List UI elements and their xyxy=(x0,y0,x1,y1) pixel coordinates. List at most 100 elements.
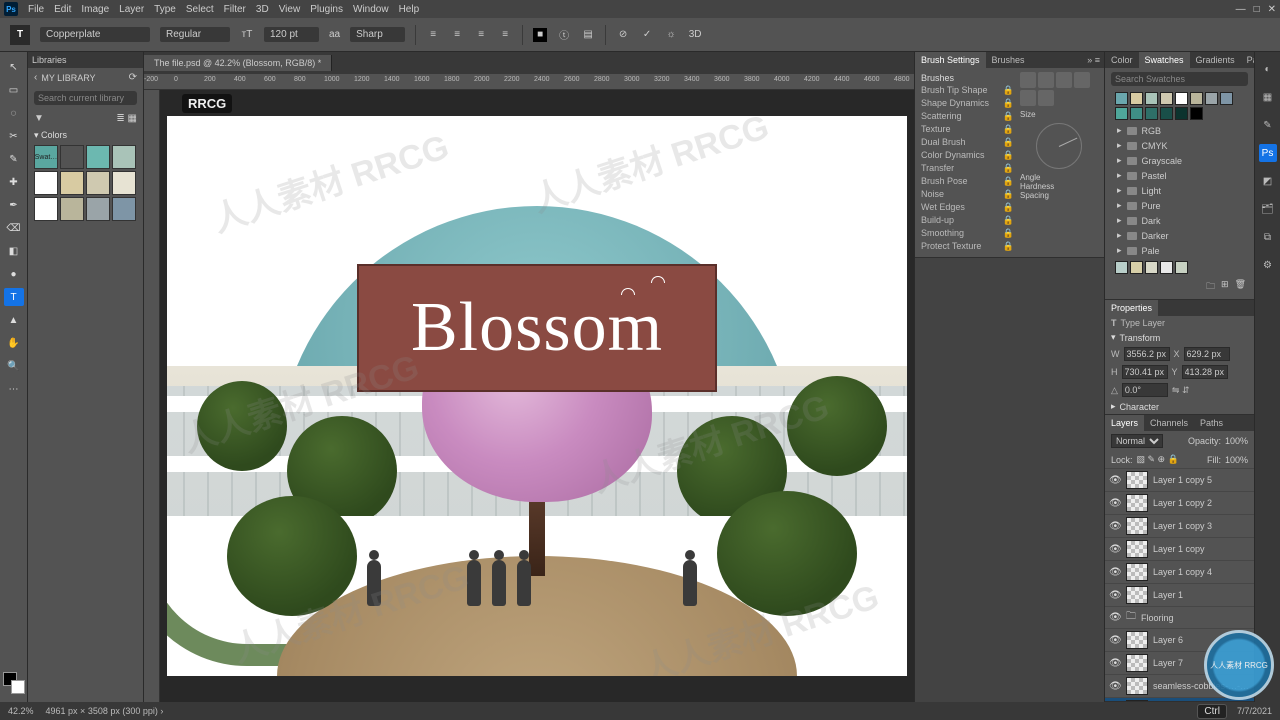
swatch[interactable] xyxy=(1160,107,1173,120)
healing-tool-icon[interactable]: ✚ xyxy=(4,173,24,191)
brush-option[interactable]: Brush Pose🔒 xyxy=(921,175,1014,188)
brush-settings-tab[interactable]: Brush Settings xyxy=(915,52,986,68)
ruler-vertical[interactable] xyxy=(144,90,160,702)
layers-icon[interactable]: ⧉ xyxy=(1259,228,1277,246)
visibility-icon[interactable]: 👁 xyxy=(1109,475,1121,486)
layer-row[interactable]: 👁Layer 1 copy 4 xyxy=(1105,560,1254,583)
swatch-folder[interactable]: ▸Darker xyxy=(1111,228,1248,243)
menu-plugins[interactable]: Plugins xyxy=(310,4,343,15)
swatch[interactable] xyxy=(1115,107,1128,120)
swatch-folder[interactable]: ▸Pure xyxy=(1111,198,1248,213)
layers-tab[interactable]: Layers xyxy=(1105,415,1144,431)
visibility-icon[interactable]: 👁 xyxy=(1109,498,1121,509)
document-tab[interactable]: The file.psd @ 42.2% (Blossom, RGB/8) * xyxy=(144,55,332,71)
delete-swatch-icon[interactable]: 🗑 xyxy=(1235,279,1246,295)
eraser-tool-icon[interactable]: ⌫ xyxy=(4,219,24,237)
layer-name[interactable]: Layer 1 copy xyxy=(1153,544,1250,554)
brush-option[interactable]: Dual Brush🔒 xyxy=(921,136,1014,149)
visibility-icon[interactable]: 👁 xyxy=(1109,681,1121,692)
visibility-icon[interactable]: 👁 xyxy=(1109,612,1121,623)
brush-option[interactable]: Transfer🔒 xyxy=(921,162,1014,175)
library-swatch[interactable] xyxy=(112,171,136,195)
visibility-icon[interactable]: 👁 xyxy=(1109,590,1121,601)
layer-name[interactable]: Layer 1 copy 4 xyxy=(1153,567,1250,577)
swatch-folder[interactable]: ▸Dark xyxy=(1111,213,1248,228)
font-family-select[interactable]: Copperplate xyxy=(40,27,150,42)
brush-preset-thumb[interactable] xyxy=(1056,72,1072,88)
library-swatch[interactable] xyxy=(86,197,110,221)
hand-tool-icon[interactable]: ✋ xyxy=(4,334,24,352)
swatch-folder[interactable]: ▸Pastel xyxy=(1111,168,1248,183)
swatch-folder[interactable]: ▸Light xyxy=(1111,183,1248,198)
align-justify-icon[interactable]: ≡ xyxy=(498,28,512,42)
library-swatch[interactable] xyxy=(34,197,58,221)
crop-tool-icon[interactable]: ✂ xyxy=(4,127,24,145)
library-sync-icon[interactable]: ⟳ xyxy=(129,72,137,83)
brush-option[interactable]: Scattering🔒 xyxy=(921,110,1014,123)
swatch[interactable] xyxy=(1160,92,1173,105)
swatch[interactable] xyxy=(1115,261,1128,274)
menu-3d[interactable]: 3D xyxy=(256,4,269,15)
swatch[interactable] xyxy=(1130,261,1143,274)
visibility-icon[interactable]: 👁 xyxy=(1109,544,1121,555)
swatch-folder[interactable]: ▸Grayscale xyxy=(1111,153,1248,168)
align-left-icon[interactable]: ≡ xyxy=(426,28,440,42)
library-swatch[interactable] xyxy=(34,171,58,195)
layer-row[interactable]: 👁🗀Flooring xyxy=(1105,606,1254,628)
layer-thumb[interactable] xyxy=(1126,631,1148,649)
libraries-back-icon[interactable]: ‹ xyxy=(34,72,37,83)
antialias-select[interactable]: Sharp xyxy=(350,27,405,42)
brush-option[interactable]: Protect Texture🔒 xyxy=(921,240,1014,253)
menu-layer[interactable]: Layer xyxy=(119,4,144,15)
brushes-tab[interactable]: Brushes xyxy=(986,52,1031,68)
library-swatch[interactable] xyxy=(86,171,110,195)
brush-preset-thumb[interactable] xyxy=(1038,90,1054,106)
new-group-icon[interactable]: 🗀 xyxy=(1206,279,1215,295)
menu-window[interactable]: Window xyxy=(353,4,389,15)
layer-thumb[interactable]: T xyxy=(1126,700,1148,702)
swatches-icon[interactable]: ▦ xyxy=(1259,88,1277,106)
layer-thumb[interactable] xyxy=(1126,517,1148,535)
layer-thumb[interactable] xyxy=(1126,586,1148,604)
brush-option[interactable]: Brush Tip Shape🔒 xyxy=(921,84,1014,97)
layer-row[interactable]: 👁 Layer 1 copy 5 xyxy=(1105,468,1254,491)
dodge-tool-icon[interactable]: ● xyxy=(4,265,24,283)
history-icon[interactable]: ◐ xyxy=(1259,60,1277,78)
lock-icons[interactable]: ▧ ✎ ⊕ 🔒 xyxy=(1137,454,1179,465)
gradient-tool-icon[interactable]: ◧ xyxy=(4,242,24,260)
brush-option[interactable]: Shape Dynamics🔒 xyxy=(921,97,1014,110)
canvas[interactable]: RRCG xyxy=(160,90,914,702)
layer-thumb[interactable] xyxy=(1126,677,1148,695)
visibility-icon[interactable]: 👁 xyxy=(1109,635,1121,646)
swatch[interactable] xyxy=(1145,261,1158,274)
align-right-icon[interactable]: ≡ xyxy=(474,28,488,42)
layer-thumb[interactable] xyxy=(1126,540,1148,558)
layer-name[interactable]: Layer 1 xyxy=(1153,590,1250,600)
layer-row[interactable]: 👁Layer 1 copy 2 xyxy=(1105,491,1254,514)
layer-thumb[interactable] xyxy=(1126,471,1148,489)
layer-thumb[interactable] xyxy=(1126,494,1148,512)
menu-help[interactable]: Help xyxy=(399,4,420,15)
layer-thumb[interactable] xyxy=(1126,563,1148,581)
brush-option[interactable]: Color Dynamics🔒 xyxy=(921,149,1014,162)
transform-section[interactable]: Transform xyxy=(1120,333,1161,343)
swatch[interactable] xyxy=(1115,92,1128,105)
prop-x[interactable] xyxy=(1184,347,1230,361)
warp-text-icon[interactable]: ⓣ xyxy=(557,28,571,42)
new-swatch-icon[interactable]: ⊞ xyxy=(1221,279,1229,295)
swatches-tab[interactable]: Swatches xyxy=(1139,52,1190,68)
brushes-icon[interactable]: ✎ xyxy=(1259,116,1277,134)
swatch[interactable] xyxy=(1175,107,1188,120)
layer-name[interactable]: Layer 1 copy 5 xyxy=(1153,475,1250,485)
swatch[interactable] xyxy=(1130,92,1143,105)
panel-menu-icon[interactable]: » ≡ xyxy=(1081,52,1104,68)
more-tools-icon[interactable]: ⋯ xyxy=(4,380,24,398)
menu-file[interactable]: File xyxy=(28,4,44,15)
library-swatch[interactable] xyxy=(112,197,136,221)
path-tool-icon[interactable]: ▲ xyxy=(4,311,24,329)
align-center-icon[interactable]: ≡ xyxy=(450,28,464,42)
paths-tab[interactable]: Paths xyxy=(1194,415,1229,431)
brush-option[interactable]: Build-up🔒 xyxy=(921,214,1014,227)
layer-row[interactable]: 👁 Layer 1 copy xyxy=(1105,537,1254,560)
eyedropper-tool-icon[interactable]: ✎ xyxy=(4,150,24,168)
